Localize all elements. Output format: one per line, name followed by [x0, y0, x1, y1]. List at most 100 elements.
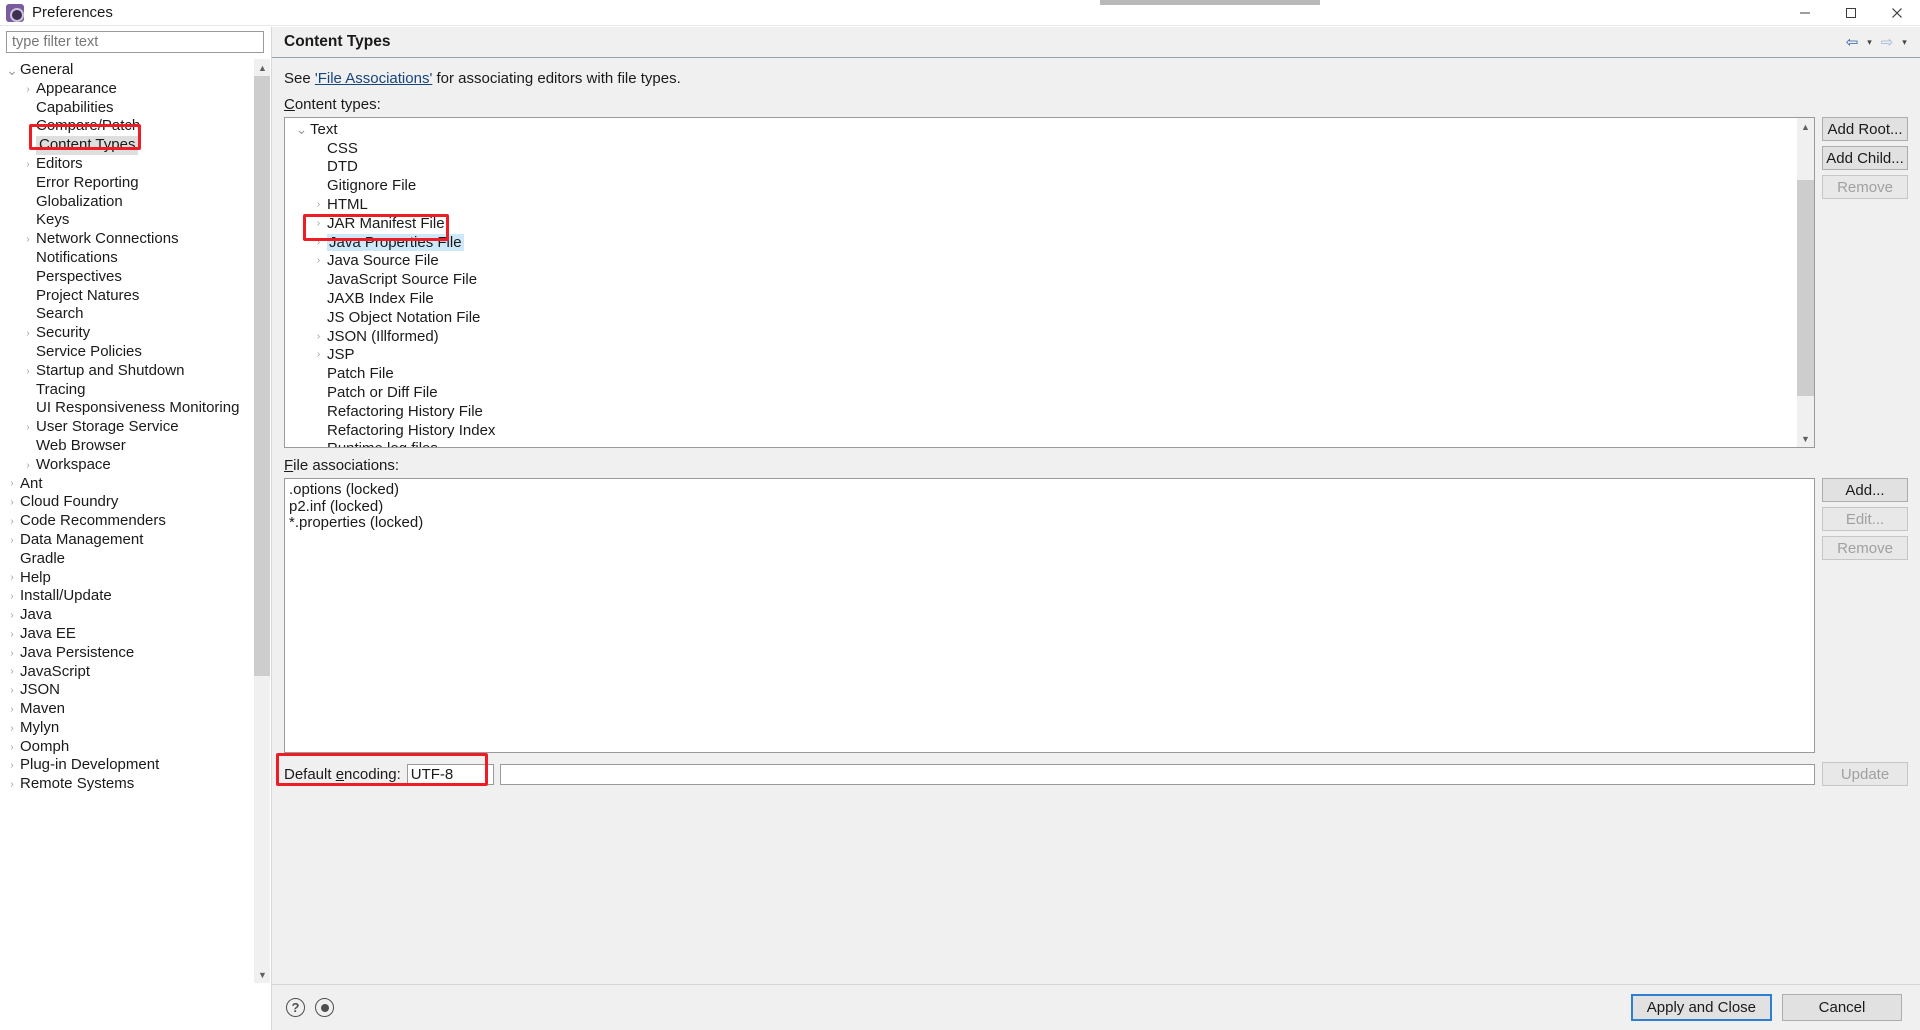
- sidebar-item-startup-and-shutdown[interactable]: › Startup and Shutdown: [0, 362, 253, 381]
- sidebar-item-search[interactable]: Search: [0, 305, 253, 324]
- sidebar-item-tracing[interactable]: Tracing: [0, 381, 253, 400]
- sidebar-item-content-types[interactable]: Content Types: [0, 136, 253, 155]
- chevron-right-icon[interactable]: ›: [20, 366, 36, 377]
- chevron-right-icon[interactable]: ›: [4, 478, 20, 489]
- sidebar-item-gradle[interactable]: Gradle: [0, 550, 253, 569]
- sidebar-item-cloud-foundry[interactable]: › Cloud Foundry: [0, 493, 253, 512]
- scroll-down-icon[interactable]: ▼: [254, 966, 270, 983]
- sidebar-item-plug-in-development[interactable]: › Plug-in Development: [0, 756, 253, 775]
- chevron-right-icon[interactable]: ›: [310, 237, 327, 248]
- sidebar-item-oomph[interactable]: › Oomph: [0, 738, 253, 757]
- sidebar-item-security[interactable]: › Security: [0, 324, 253, 343]
- sidebar-item-perspectives[interactable]: Perspectives: [0, 268, 253, 287]
- chevron-right-icon[interactable]: ›: [20, 84, 36, 95]
- chevron-right-icon[interactable]: ›: [4, 497, 20, 508]
- sidebar-item-project-natures[interactable]: Project Natures: [0, 287, 253, 306]
- chevron-right-icon[interactable]: ›: [4, 629, 20, 640]
- file-associations-list[interactable]: .options (locked) p2.inf (locked) *.proper…: [284, 478, 1815, 753]
- sidebar-item-ui-responsiveness-monitoring[interactable]: UI Responsiveness Monitoring: [0, 399, 253, 418]
- content-types-scrollbar[interactable]: ▲ ▼: [1797, 118, 1814, 447]
- search-input[interactable]: type filter text: [6, 31, 264, 53]
- sidebar-item-remote-systems[interactable]: › Remote Systems: [0, 775, 253, 794]
- chevron-right-icon[interactable]: ›: [4, 535, 20, 546]
- sidebar-item-maven[interactable]: › Maven: [0, 700, 253, 719]
- sidebar-item-globalization[interactable]: Globalization: [0, 193, 253, 212]
- ct-scroll-thumb[interactable]: [1797, 180, 1814, 396]
- sidebar-item-java-persistence[interactable]: › Java Persistence: [0, 644, 253, 663]
- sidebar-item-mylyn[interactable]: › Mylyn: [0, 719, 253, 738]
- sidebar-item-install-update[interactable]: › Install/Update: [0, 587, 253, 606]
- sidebar-scrollbar[interactable]: ▲ ▼: [253, 59, 270, 983]
- chevron-right-icon[interactable]: ›: [20, 328, 36, 339]
- content-type-item-js-object-notation-file[interactable]: JS Object Notation File: [285, 308, 1796, 327]
- minimize-icon[interactable]: [1782, 0, 1828, 26]
- back-arrow-icon[interactable]: ⇦: [1843, 32, 1861, 52]
- default-encoding-input[interactable]: UTF-8: [406, 763, 494, 785]
- chevron-right-icon[interactable]: ›: [4, 591, 20, 602]
- sidebar-item-javascript[interactable]: › JavaScript: [0, 663, 253, 682]
- content-type-item-json-illformed[interactable]: › JSON (Illformed): [285, 327, 1796, 346]
- content-type-item-dtd[interactable]: DTD: [285, 158, 1796, 177]
- content-type-item-refactoring-history-file[interactable]: Refactoring History File: [285, 402, 1796, 421]
- chevron-right-icon[interactable]: ›: [4, 779, 20, 790]
- cancel-button[interactable]: Cancel: [1782, 994, 1902, 1021]
- chevron-right-icon[interactable]: ›: [310, 199, 327, 210]
- file-association-item[interactable]: *.properties (locked): [289, 514, 1814, 532]
- sidebar-item-json[interactable]: › JSON: [0, 681, 253, 700]
- sidebar-item-workspace[interactable]: › Workspace: [0, 456, 253, 475]
- chevron-right-icon[interactable]: ›: [4, 704, 20, 715]
- file-associations-link[interactable]: 'File Associations': [315, 70, 432, 87]
- content-type-item-patch-or-diff-file[interactable]: Patch or Diff File: [285, 383, 1796, 402]
- content-type-item-refactoring-history-index[interactable]: Refactoring History Index: [285, 421, 1796, 440]
- ct-scroll-down-icon[interactable]: ▼: [1797, 430, 1814, 447]
- add-button[interactable]: Add...: [1822, 478, 1908, 502]
- chevron-right-icon[interactable]: ›: [20, 234, 36, 245]
- chevron-right-icon[interactable]: ›: [4, 610, 20, 621]
- chevron-right-icon[interactable]: ›: [20, 460, 36, 471]
- apply-and-close-button[interactable]: Apply and Close: [1630, 994, 1772, 1021]
- content-type-item-jsp[interactable]: › JSP: [285, 346, 1796, 365]
- sidebar-item-error-reporting[interactable]: Error Reporting: [0, 174, 253, 193]
- sidebar-item-data-management[interactable]: › Data Management: [0, 531, 253, 550]
- content-type-item-gitignore-file[interactable]: Gitignore File: [285, 176, 1796, 195]
- chevron-right-icon[interactable]: ›: [4, 723, 20, 734]
- chevron-down-icon[interactable]: ⌄: [293, 122, 310, 136]
- chevron-right-icon[interactable]: ›: [20, 422, 36, 433]
- chevron-right-icon[interactable]: ›: [4, 685, 20, 696]
- content-type-item-text[interactable]: ⌄ Text: [285, 120, 1796, 139]
- chevron-right-icon[interactable]: ›: [4, 742, 20, 753]
- content-type-item-runtime-log-files[interactable]: Runtime log files: [285, 440, 1796, 447]
- back-chevron-down-icon[interactable]: ▾: [1864, 37, 1875, 48]
- chevron-right-icon[interactable]: ›: [310, 349, 327, 360]
- sidebar-item-network-connections[interactable]: › Network Connections: [0, 230, 253, 249]
- chevron-right-icon[interactable]: ›: [310, 218, 327, 229]
- sidebar-item-help[interactable]: › Help: [0, 569, 253, 588]
- chevron-right-icon[interactable]: ›: [310, 331, 327, 342]
- chevron-right-icon[interactable]: ›: [4, 516, 20, 527]
- ct-scroll-up-icon[interactable]: ▲: [1797, 118, 1814, 135]
- sidebar-item-general[interactable]: ⌄ General: [0, 61, 253, 80]
- chevron-right-icon[interactable]: ›: [4, 666, 20, 677]
- sidebar-item-code-recommenders[interactable]: › Code Recommenders: [0, 512, 253, 531]
- file-association-item[interactable]: p2.inf (locked): [289, 498, 1814, 516]
- chevron-right-icon[interactable]: ›: [20, 159, 36, 170]
- scroll-up-icon[interactable]: ▲: [254, 59, 270, 76]
- chevron-right-icon[interactable]: ›: [4, 760, 20, 771]
- help-icon[interactable]: ?: [286, 998, 305, 1017]
- sidebar-item-compare-patch[interactable]: Compare/Patch: [0, 117, 253, 136]
- content-type-item-patch-file[interactable]: Patch File: [285, 364, 1796, 383]
- sidebar-item-user-storage-service[interactable]: › User Storage Service: [0, 418, 253, 437]
- maximize-icon[interactable]: [1828, 0, 1874, 26]
- content-type-item-jar-manifest-file[interactable]: › JAR Manifest File: [285, 214, 1796, 233]
- sidebar-item-appearance[interactable]: › Appearance: [0, 80, 253, 99]
- sidebar-item-java-ee[interactable]: › Java EE: [0, 625, 253, 644]
- sidebar-item-java[interactable]: › Java: [0, 606, 253, 625]
- sidebar-item-service-policies[interactable]: Service Policies: [0, 343, 253, 362]
- add-child-button[interactable]: Add Child...: [1822, 146, 1908, 170]
- close-icon[interactable]: [1874, 0, 1920, 26]
- forward-arrow-icon[interactable]: ⇨: [1878, 32, 1896, 52]
- sidebar-item-notifications[interactable]: Notifications: [0, 249, 253, 268]
- content-type-item-java-source-file[interactable]: › Java Source File: [285, 252, 1796, 271]
- sidebar-item-web-browser[interactable]: Web Browser: [0, 437, 253, 456]
- content-type-item-css[interactable]: CSS: [285, 139, 1796, 158]
